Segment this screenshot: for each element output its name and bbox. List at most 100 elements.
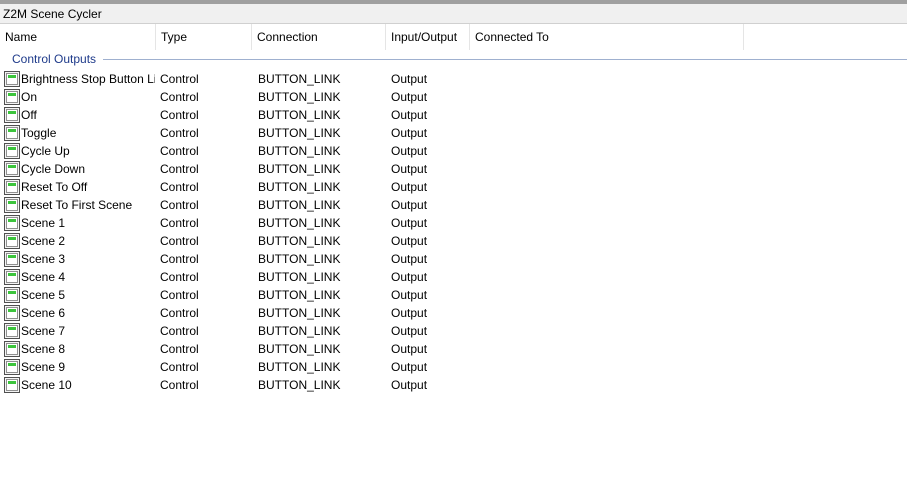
button-link-icon [4,251,20,267]
button-link-icon [4,323,20,339]
list-item[interactable]: Brightness Stop Button Link Control BUTTON… [0,70,907,88]
row-connection: BUTTON_LINK [258,234,341,248]
row-input-output: Output [391,144,428,158]
row-connection: BUTTON_LINK [258,342,341,356]
list-item[interactable]: Scene 1 Control BUTTON_LINK Output [0,214,907,232]
button-link-icon [4,107,20,123]
list-item[interactable]: Scene 8 Control BUTTON_LINK Output [0,340,907,358]
row-name: Scene 6 [21,306,66,320]
list-item[interactable]: Scene 7 Control BUTTON_LINK Output [0,322,907,340]
row-input-output: Output [391,234,428,248]
row-input-output: Output [391,162,428,176]
row-connection: BUTTON_LINK [258,144,341,158]
row-connection: BUTTON_LINK [258,378,341,392]
row-connection: BUTTON_LINK [258,198,341,212]
list-item[interactable]: Reset To First Scene Control BUTTON_LINK Ou… [0,196,907,214]
row-name: Scene 9 [21,360,66,374]
button-link-icon [4,215,20,231]
row-type: Control [160,360,199,374]
button-link-icon [4,161,20,177]
row-type: Control [160,270,199,284]
row-input-output: Output [391,90,428,104]
row-type: Control [160,306,199,320]
row-name: Cycle Down [21,162,86,176]
list-item[interactable]: Scene 2 Control BUTTON_LINK Output [0,232,907,250]
list-item[interactable]: Toggle Control BUTTON_LINK Output [0,124,907,142]
row-input-output: Output [391,342,428,356]
row-type: Control [160,216,199,230]
list-item[interactable]: Cycle Up Control BUTTON_LINK Output [0,142,907,160]
row-name: Scene 4 [21,270,66,284]
row-connection: BUTTON_LINK [258,90,341,104]
title-bar: Z2M Scene Cycler [0,4,907,24]
column-header-input-output[interactable]: Input/Output [386,24,470,50]
button-link-icon [4,89,20,105]
list-item[interactable]: Scene 6 Control BUTTON_LINK Output [0,304,907,322]
button-link-icon [4,125,20,141]
control-output-list: Brightness Stop Button Link Control BUTTON… [0,70,907,394]
button-link-icon [4,287,20,303]
row-name: Reset To Off [21,180,88,194]
row-name: Cycle Up [21,144,70,158]
row-input-output: Output [391,108,428,122]
row-input-output: Output [391,252,428,266]
row-name: Toggle [21,126,57,140]
row-input-output: Output [391,180,428,194]
list-item[interactable]: Scene 3 Control BUTTON_LINK Output [0,250,907,268]
button-link-icon [4,359,20,375]
button-link-icon [4,377,20,393]
column-header-name[interactable]: Name [0,24,156,50]
row-connection: BUTTON_LINK [258,270,341,284]
list-item[interactable]: On Control BUTTON_LINK Output [0,88,907,106]
window-title: Z2M Scene Cycler [3,7,102,21]
group-divider [103,59,907,60]
row-type: Control [160,378,199,392]
row-name: Scene 1 [21,216,66,230]
button-link-icon [4,197,20,213]
group-header-control-outputs[interactable]: Control Outputs [0,50,907,68]
row-type: Control [160,252,199,266]
row-name: Reset To First Scene [21,198,133,212]
list-item[interactable]: Scene 4 Control BUTTON_LINK Output [0,268,907,286]
row-input-output: Output [391,378,428,392]
row-name: Off [21,108,37,122]
column-header-connected-to[interactable]: Connected To [470,24,744,50]
list-item[interactable]: Off Control BUTTON_LINK Output [0,106,907,124]
list-item[interactable]: Scene 5 Control BUTTON_LINK Output [0,286,907,304]
row-connection: BUTTON_LINK [258,126,341,140]
row-input-output: Output [391,324,428,338]
row-input-output: Output [391,360,428,374]
row-connection: BUTTON_LINK [258,324,341,338]
row-name: On [21,90,38,104]
row-type: Control [160,198,199,212]
row-connection: BUTTON_LINK [258,360,341,374]
list-item[interactable]: Reset To Off Control BUTTON_LINK Output [0,178,907,196]
row-input-output: Output [391,288,428,302]
column-header-connection[interactable]: Connection [252,24,386,50]
list-item[interactable]: Scene 10 Control BUTTON_LINK Output [0,376,907,394]
row-name: Scene 3 [21,252,66,266]
row-name: Scene 10 [21,378,72,392]
row-type: Control [160,144,199,158]
row-type: Control [160,288,199,302]
row-connection: BUTTON_LINK [258,288,341,302]
list-item[interactable]: Cycle Down Control BUTTON_LINK Output [0,160,907,178]
row-type: Control [160,90,199,104]
column-header-type[interactable]: Type [156,24,252,50]
row-connection: BUTTON_LINK [258,216,341,230]
row-type: Control [160,180,199,194]
row-input-output: Output [391,216,428,230]
row-connection: BUTTON_LINK [258,162,341,176]
button-link-icon [4,143,20,159]
button-link-icon [4,341,20,357]
group-label: Control Outputs [12,52,97,66]
row-name: Scene 5 [21,288,66,302]
row-connection: BUTTON_LINK [258,252,341,266]
column-header-row: Name Type Connection Input/Output Connec… [0,24,907,50]
row-connection: BUTTON_LINK [258,306,341,320]
row-input-output: Output [391,72,428,86]
list-item[interactable]: Scene 9 Control BUTTON_LINK Output [0,358,907,376]
row-type: Control [160,126,199,140]
row-input-output: Output [391,306,428,320]
button-link-icon [4,269,20,285]
